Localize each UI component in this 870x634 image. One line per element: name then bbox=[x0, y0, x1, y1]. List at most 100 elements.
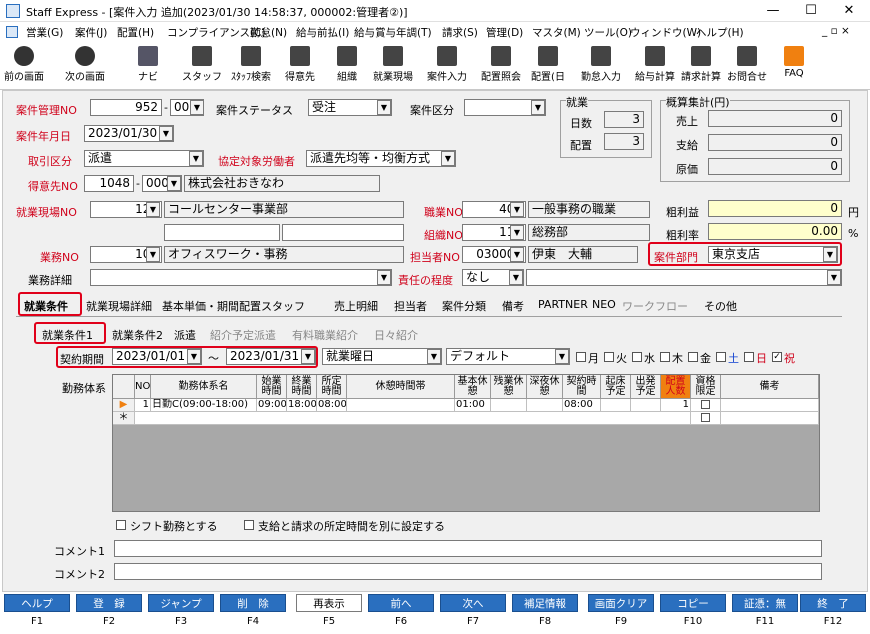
cell-break[interactable] bbox=[347, 399, 455, 412]
chevron-down-icon[interactable]: ▼ bbox=[510, 225, 524, 240]
chevron-down-icon[interactable]: ▼ bbox=[427, 349, 441, 364]
supplement-button[interactable]: 補足情報 bbox=[512, 594, 578, 612]
chevron-down-icon[interactable]: ▼ bbox=[190, 100, 204, 115]
subtab-daily-placement[interactable]: 日々紹介 bbox=[374, 327, 418, 343]
clear-screen-button[interactable]: 画面クリア bbox=[588, 594, 654, 612]
menu-help[interactable]: ヘルプ(H) bbox=[696, 25, 744, 40]
menu-advance[interactable]: 給与前払(I) bbox=[296, 25, 349, 40]
new-row-remarks[interactable] bbox=[721, 412, 819, 425]
mon-checkbox[interactable] bbox=[576, 352, 586, 362]
menu-tools[interactable]: ツール(O) bbox=[584, 25, 632, 40]
separate-checkbox[interactable] bbox=[244, 520, 254, 530]
tab-unit-price[interactable]: 基本単価・期間配置スタッフ bbox=[162, 298, 305, 314]
chevron-down-icon[interactable]: ▼ bbox=[510, 247, 524, 262]
delete-button[interactable]: 削 除 bbox=[220, 594, 286, 612]
minimize-button[interactable]: — bbox=[756, 0, 790, 22]
menu-case[interactable]: 案件(J) bbox=[75, 25, 107, 40]
cell-contract[interactable]: 08:00 bbox=[563, 399, 601, 412]
fri-checkbox[interactable] bbox=[688, 352, 698, 362]
chevron-down-icon[interactable]: ▼ bbox=[146, 247, 160, 262]
subtab-temp-to-perm[interactable]: 紹介予定派遣 bbox=[210, 327, 276, 343]
cell-count[interactable]: 1 bbox=[661, 399, 691, 412]
menu-attendance[interactable]: 勤怠(N) bbox=[250, 25, 287, 40]
menu-window[interactable]: ウィンドウ(W) bbox=[630, 25, 701, 40]
copy-button[interactable]: コピー bbox=[660, 594, 726, 612]
trade-select[interactable]: 派遣 bbox=[84, 150, 204, 167]
table-row[interactable]: 1 bbox=[135, 399, 151, 412]
subtab-paid-placement[interactable]: 有料職業紹介 bbox=[292, 327, 358, 343]
cell-qualification[interactable] bbox=[691, 399, 721, 412]
placement-inquiry-button[interactable]: 配置照会 bbox=[476, 44, 526, 88]
tab-site-detail[interactable]: 就業現場詳細 bbox=[86, 298, 152, 314]
next-button[interactable]: 次へ bbox=[440, 594, 506, 612]
new-row-qualification[interactable] bbox=[691, 412, 721, 425]
sat-checkbox[interactable] bbox=[716, 352, 726, 362]
chevron-down-icon[interactable]: ▼ bbox=[555, 349, 569, 364]
dept-select[interactable]: 東京支店 bbox=[708, 246, 838, 263]
subtab-conditions-1[interactable]: 就業条件1 bbox=[42, 327, 93, 343]
tab-workflow[interactable]: ワークフロー bbox=[622, 298, 688, 314]
resp-detail-select[interactable] bbox=[526, 269, 842, 286]
chevron-down-icon[interactable]: ▼ bbox=[509, 270, 523, 285]
subtab-conditions-2[interactable]: 就業条件2 bbox=[112, 327, 163, 343]
chevron-down-icon[interactable]: ▼ bbox=[823, 247, 837, 262]
refresh-button[interactable]: 再表示 bbox=[296, 594, 362, 612]
tab-partner[interactable]: PARTNER bbox=[538, 298, 588, 311]
jump-button[interactable]: ジャンプ bbox=[148, 594, 214, 612]
cell-name[interactable]: 日勤C(09:00-18:00) bbox=[151, 399, 257, 412]
close-button[interactable]: ✕ bbox=[832, 0, 866, 22]
inquiry-button[interactable]: お問合せ bbox=[724, 44, 770, 88]
menu-billing[interactable]: 請求(S) bbox=[442, 25, 478, 40]
chevron-down-icon[interactable]: ▼ bbox=[441, 151, 455, 166]
cell-overtime-break[interactable] bbox=[491, 399, 527, 412]
cell-end[interactable]: 18:00 bbox=[287, 399, 317, 412]
exit-button[interactable]: 終 了 bbox=[800, 594, 866, 612]
tue-checkbox[interactable] bbox=[604, 352, 614, 362]
attendance-input-button[interactable]: 勤怠入力 bbox=[576, 44, 626, 88]
inner-window-controls[interactable]: _ ▫ × bbox=[822, 25, 850, 37]
chevron-down-icon[interactable]: ▼ bbox=[146, 202, 160, 217]
case-input-button[interactable]: 案件入力 bbox=[422, 44, 472, 88]
comment2-input[interactable] bbox=[114, 563, 822, 580]
shift-checkbox[interactable] bbox=[116, 520, 126, 530]
voucher-button[interactable]: 証憑：無 bbox=[732, 594, 798, 612]
cell-remarks[interactable] bbox=[721, 399, 819, 412]
calendar-dropdown-icon[interactable]: ▼ bbox=[159, 126, 173, 141]
tab-employment-conditions[interactable]: 就業条件 bbox=[24, 298, 68, 314]
detail-select[interactable] bbox=[90, 269, 392, 286]
prev-button[interactable]: 前へ bbox=[368, 594, 434, 612]
site-extra-1[interactable] bbox=[164, 224, 280, 241]
holiday-checkbox[interactable]: ✓ bbox=[772, 352, 782, 362]
menu-payroll[interactable]: 給与賞与年調(T) bbox=[354, 25, 432, 40]
case-no-input[interactable]: 952 bbox=[90, 99, 162, 116]
maximize-button[interactable]: ☐ bbox=[794, 0, 828, 22]
chevron-down-icon[interactable]: ▼ bbox=[827, 270, 841, 285]
calendar-dropdown-icon[interactable]: ▼ bbox=[301, 349, 315, 364]
tab-other[interactable]: その他 bbox=[704, 298, 737, 314]
cell-night-break[interactable] bbox=[527, 399, 563, 412]
chevron-down-icon[interactable]: ▼ bbox=[510, 202, 524, 217]
chevron-down-icon[interactable]: ▼ bbox=[377, 270, 391, 285]
wed-checkbox[interactable] bbox=[632, 352, 642, 362]
menu-placement[interactable]: 配置(H) bbox=[117, 25, 154, 40]
site-button[interactable]: 就業現場 bbox=[368, 44, 418, 88]
comment1-input[interactable] bbox=[114, 540, 822, 557]
tab-notes[interactable]: 備考 bbox=[502, 298, 524, 314]
default-select[interactable]: デフォルト bbox=[446, 348, 570, 365]
menu-sales[interactable]: 営業(G) bbox=[26, 25, 63, 40]
thu-checkbox[interactable] bbox=[660, 352, 670, 362]
faq-button[interactable]: FAQ bbox=[776, 44, 812, 88]
cell-depart[interactable] bbox=[631, 399, 661, 412]
chevron-down-icon[interactable]: ▼ bbox=[531, 100, 545, 115]
cell-fixed[interactable]: 08:00 bbox=[317, 399, 347, 412]
payroll-calc-button[interactable]: 給与計算 bbox=[632, 44, 678, 88]
tab-case-category[interactable]: 案件分類 bbox=[442, 298, 486, 314]
tab-neo[interactable]: NEO bbox=[592, 298, 616, 311]
subtab-dispatch[interactable]: 派遣 bbox=[174, 327, 196, 343]
menu-master[interactable]: マスタ(M) bbox=[532, 25, 581, 40]
staff-button[interactable]: スタッフ bbox=[182, 44, 222, 88]
weekday-select[interactable]: 就業曜日 bbox=[322, 348, 442, 365]
chevron-down-icon[interactable]: ▼ bbox=[189, 151, 203, 166]
placement-day-button[interactable]: 配置(日 bbox=[528, 44, 568, 88]
billing-calc-button[interactable]: 請求計算 bbox=[678, 44, 724, 88]
